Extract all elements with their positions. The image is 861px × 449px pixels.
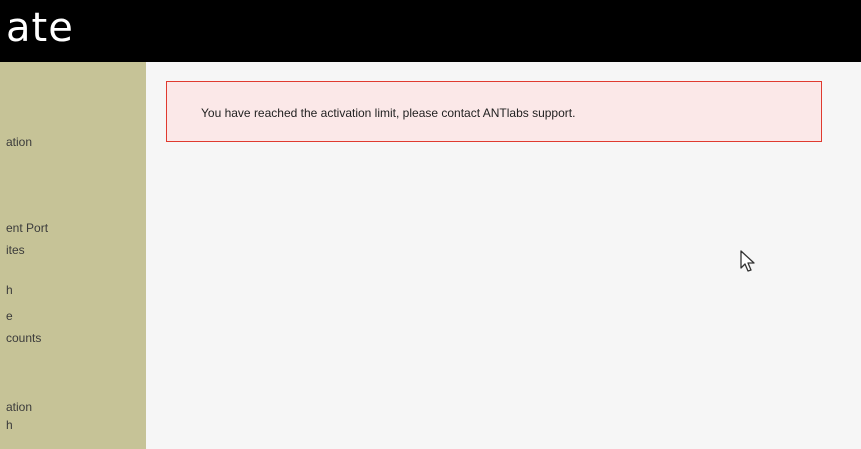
sidebar-item-activation-2[interactable]: ation: [6, 400, 32, 414]
error-alert: You have reached the activation limit, p…: [166, 81, 822, 142]
alert-message: You have reached the activation limit, p…: [201, 106, 576, 120]
sidebar-item-auth[interactable]: h: [6, 283, 13, 297]
sidebar-item-activation[interactable]: ation: [6, 135, 32, 149]
sidebar-item-e[interactable]: e: [6, 309, 13, 323]
sidebar-item-accounts[interactable]: counts: [6, 331, 41, 345]
sidebar-item-sites[interactable]: ites: [6, 243, 25, 257]
mouse-pointer-icon: [740, 250, 758, 274]
sidebar-item-client-port[interactable]: ent Port: [6, 221, 48, 235]
top-header-bar: ate: [0, 0, 861, 62]
sidebar-item-h[interactable]: h: [6, 418, 13, 432]
sidebar-nav: ation ent Port ites h e counts ation h: [0, 62, 146, 449]
app-title: ate: [6, 5, 74, 51]
